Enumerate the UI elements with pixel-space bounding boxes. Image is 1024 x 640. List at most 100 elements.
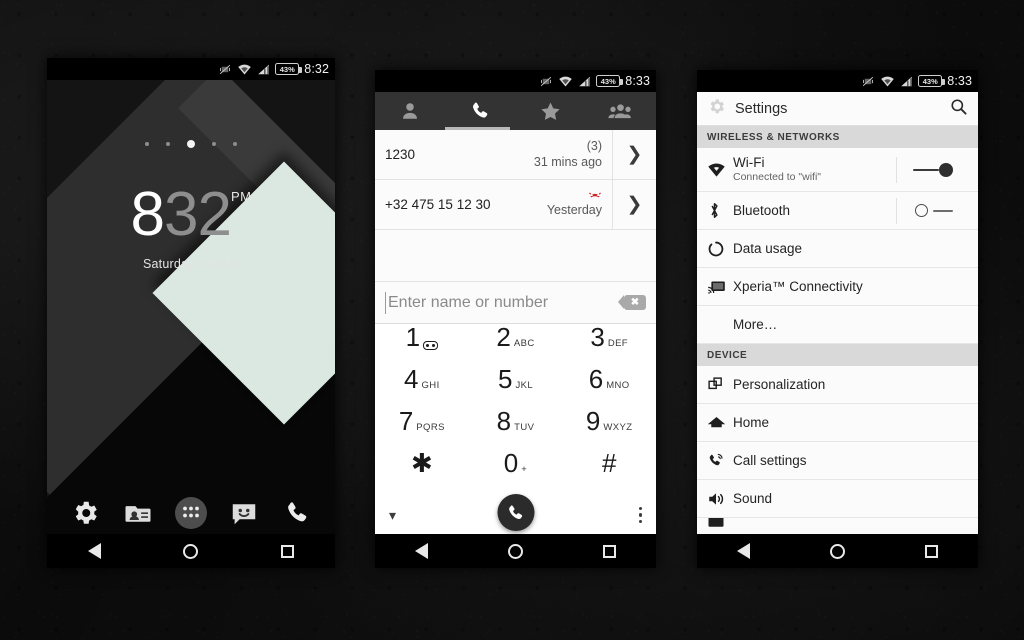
settings-item-text: Xperia™ Connectivity xyxy=(733,279,968,295)
page-dot[interactable] xyxy=(212,142,216,146)
tab-groups[interactable] xyxy=(586,92,656,130)
wifi-toggle-cell[interactable] xyxy=(896,156,968,183)
back-icon[interactable] xyxy=(415,543,428,559)
call-meta: Yesterday xyxy=(547,190,602,218)
dial-key-0[interactable]: 0 + xyxy=(469,450,563,492)
key-digit: # xyxy=(601,448,617,478)
sidebar-item-wifi[interactable]: Wi-Fi Connected to "wifi" xyxy=(697,148,978,192)
key-letters: + xyxy=(521,464,528,475)
home-icon[interactable] xyxy=(830,543,845,559)
sidebar-item-data-usage[interactable]: Data usage xyxy=(697,230,978,268)
call-details-chevron[interactable]: ❯ xyxy=(612,180,656,229)
vibrate-icon xyxy=(218,63,232,76)
chevron-down-icon[interactable]: ▾ xyxy=(389,507,396,524)
call-details-chevron[interactable]: ❯ xyxy=(612,130,656,179)
nav-bar-home xyxy=(47,534,335,568)
settings-item-sublabel: Connected to "wifi" xyxy=(733,170,821,183)
dial-key-2[interactable]: 2 ABC xyxy=(469,324,563,366)
clock-date: Saturday, Oct 18 xyxy=(142,257,240,271)
settings-item-label: More… xyxy=(733,316,778,332)
page-dot[interactable] xyxy=(233,142,237,146)
key-digit: 4 xyxy=(404,364,419,394)
settings-item-text: Data usage xyxy=(733,241,968,257)
bluetooth-toggle[interactable] xyxy=(913,204,953,217)
sidebar-item-call-settings[interactable]: Call settings xyxy=(697,442,978,480)
sidebar-item-more[interactable]: More… xyxy=(697,306,978,344)
overflow-menu-icon[interactable] xyxy=(638,506,642,524)
dial-input-row[interactable]: Enter name or number ✖ xyxy=(375,282,656,324)
home-icon[interactable] xyxy=(183,543,199,559)
bluetooth-toggle-cell[interactable] xyxy=(896,197,968,224)
search-input[interactable]: Enter name or number xyxy=(388,294,624,312)
wifi-toggle[interactable] xyxy=(912,162,953,177)
call-time: 31 mins ago xyxy=(533,154,602,169)
table-row[interactable]: 1230 (3) 31 mins ago ❯ xyxy=(375,130,656,180)
dial-key-8[interactable]: 8 TUV xyxy=(469,408,563,450)
contacts-card-icon[interactable] xyxy=(121,496,155,530)
wifi-icon xyxy=(558,75,573,88)
sidebar-item-xperia-connectivity[interactable]: Xperia™ Connectivity xyxy=(697,268,978,306)
tab-selected-indicator xyxy=(445,127,510,130)
search-icon[interactable] xyxy=(949,97,968,121)
call-log-main[interactable]: +32 475 15 12 30 Yesterday xyxy=(375,180,612,229)
page-dot[interactable] xyxy=(145,142,149,146)
clock-meridiem: PM xyxy=(230,189,252,204)
star-icon xyxy=(541,101,560,120)
sidebar-item-bluetooth[interactable]: Bluetooth xyxy=(697,192,978,230)
dial-key-9[interactable]: 9 WXYZ xyxy=(562,408,656,450)
settings-item-label: Bluetooth xyxy=(733,202,791,218)
clock-widget[interactable]: 8 32 PM Saturday, Oct 18 xyxy=(47,184,335,271)
page-dot-active[interactable] xyxy=(187,140,195,148)
key-digit: 7 xyxy=(398,406,414,436)
key-letters: GHI xyxy=(421,380,440,391)
table-row[interactable]: +32 475 15 12 30 Yesterday ❯ xyxy=(375,180,656,230)
dial-key-6[interactable]: 6 MNO xyxy=(562,366,656,408)
backspace-icon[interactable]: ✖ xyxy=(618,295,646,310)
messaging-smiley-icon[interactable] xyxy=(227,496,261,530)
tab-favorites[interactable] xyxy=(516,92,586,130)
back-icon[interactable] xyxy=(737,543,750,559)
dial-key-5[interactable]: 5 JKL xyxy=(469,366,563,408)
key-letters: MNO xyxy=(606,380,630,391)
tab-call-log[interactable] xyxy=(445,92,515,130)
voicemail-icon xyxy=(423,340,439,350)
gear-icon[interactable] xyxy=(68,496,102,530)
gear-icon xyxy=(707,97,726,121)
back-icon[interactable] xyxy=(88,543,102,559)
recents-icon[interactable] xyxy=(280,544,294,558)
recents-icon[interactable] xyxy=(925,544,938,558)
call-button[interactable] xyxy=(497,494,534,531)
dialer-tab-bar xyxy=(375,92,656,130)
dial-key-4[interactable]: 4 GHI xyxy=(375,366,469,408)
call-log-main[interactable]: 1230 (3) 31 mins ago xyxy=(375,130,612,179)
sidebar-item-personalization[interactable]: Personalization xyxy=(697,366,978,404)
dial-key-hash[interactable]: # xyxy=(562,450,656,492)
status-bar-dialer: 43% 8:33 xyxy=(375,70,656,92)
sidebar-item-home[interactable]: Home xyxy=(697,404,978,442)
phone-handset-icon[interactable] xyxy=(280,496,314,530)
sidebar-item-next-partial[interactable] xyxy=(697,518,978,528)
display-icon xyxy=(707,518,733,528)
home-icon[interactable] xyxy=(508,543,523,559)
sidebar-item-sound[interactable]: Sound xyxy=(697,480,978,518)
call-log-list: 1230 (3) 31 mins ago ❯ +32 475 15 12 30 xyxy=(375,130,656,282)
recents-icon[interactable] xyxy=(603,544,616,558)
missed-call-icon xyxy=(547,190,602,203)
dial-key-3[interactable]: 3 DEF xyxy=(562,324,656,366)
tab-contacts[interactable] xyxy=(375,92,445,130)
battery-percent: 43% xyxy=(600,76,616,86)
call-log-empty-space xyxy=(375,230,656,282)
dial-pad-row: ✱ 0 + # xyxy=(375,450,656,492)
settings-item-text: Call settings xyxy=(733,453,968,469)
dial-key-1[interactable]: 1 xyxy=(375,324,469,366)
page-indicator xyxy=(47,140,335,148)
dial-key-7[interactable]: 7 PQRS xyxy=(375,408,469,450)
battery-icon: 43% xyxy=(596,75,623,87)
settings-item-text: Home xyxy=(733,415,968,431)
dial-key-star[interactable]: ✱ xyxy=(375,450,469,492)
status-clock: 8:33 xyxy=(625,74,650,88)
settings-item-label: Wi-Fi xyxy=(733,155,765,171)
page-dot[interactable] xyxy=(166,142,170,146)
settings-item-text: More… xyxy=(733,317,968,333)
app-drawer-icon[interactable] xyxy=(174,496,208,530)
